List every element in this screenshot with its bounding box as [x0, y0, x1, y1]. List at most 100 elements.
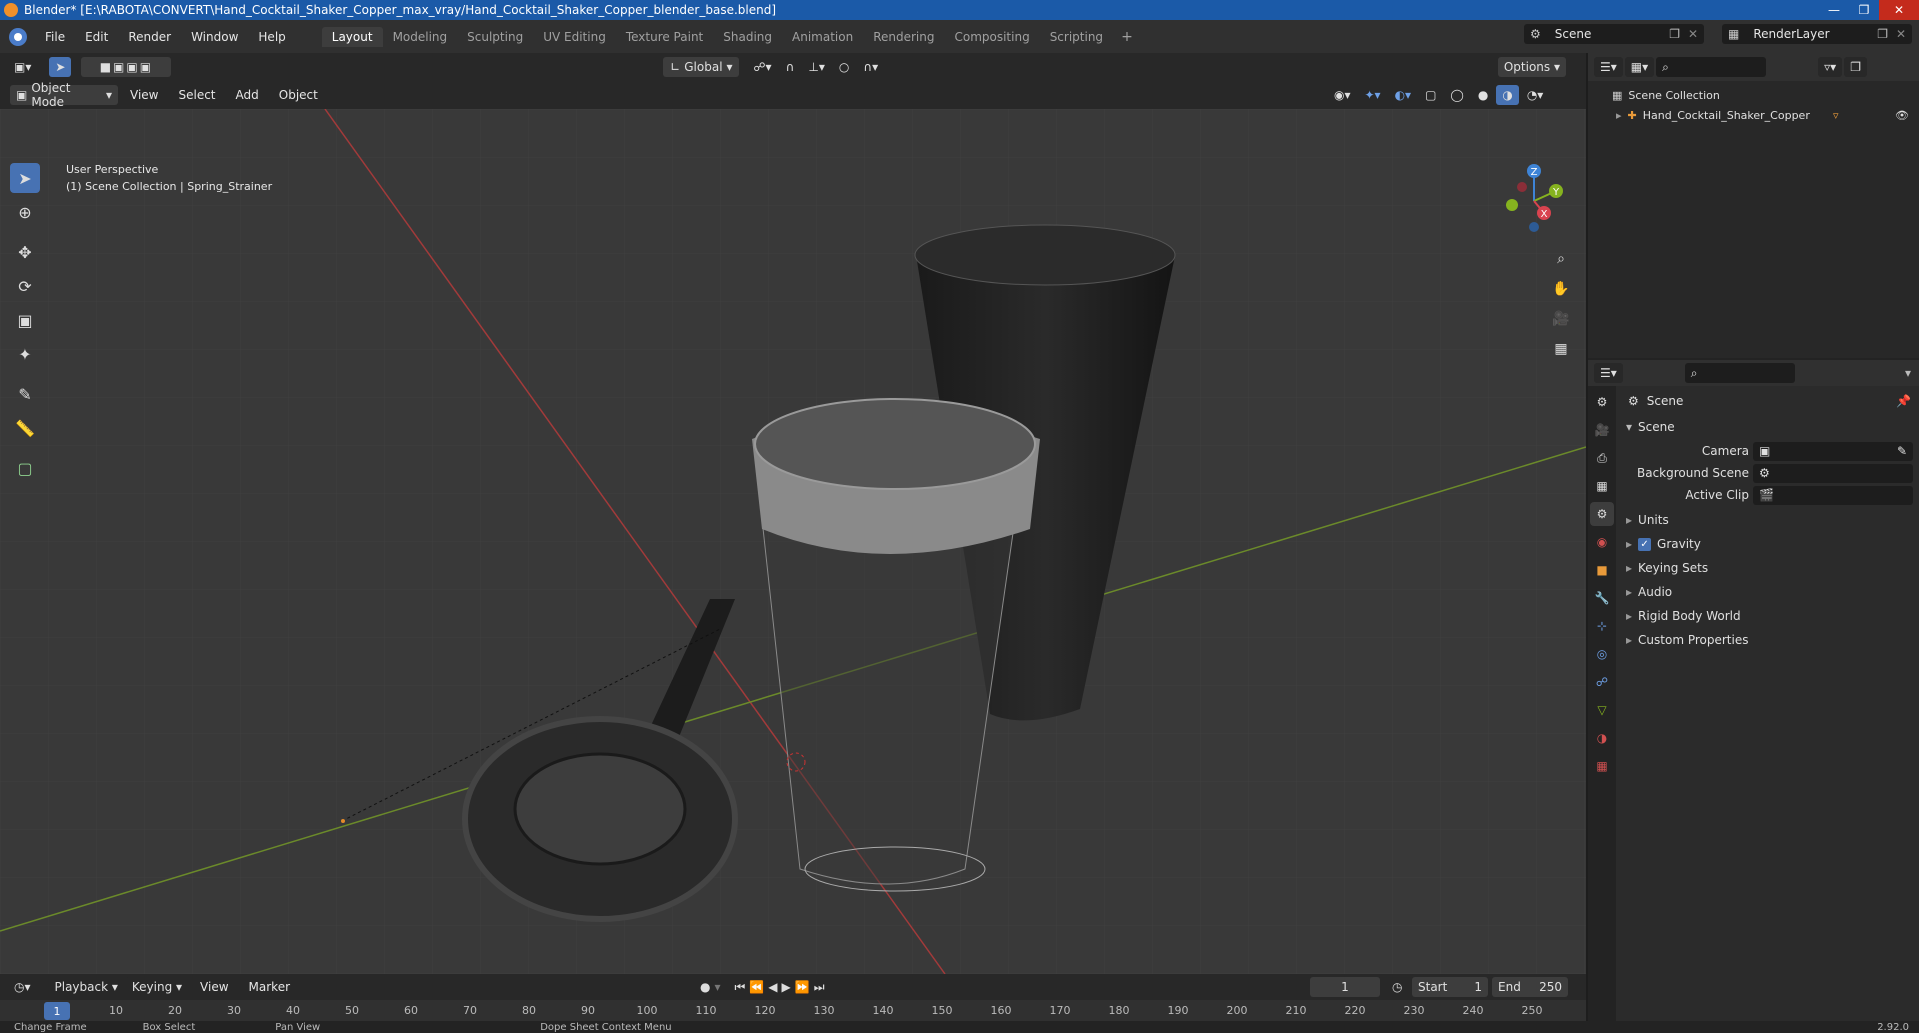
section-rigid-body-world[interactable]: ▸ Rigid Body World [1618, 605, 1919, 627]
menu-help[interactable]: Help [248, 30, 295, 44]
select-box-tool-icon[interactable]: ➤ [10, 163, 40, 193]
viewport-menu-select[interactable]: Select [168, 88, 225, 102]
keying-menu[interactable]: Keying ▾ [125, 977, 189, 997]
tab-shading[interactable]: Shading [713, 27, 782, 47]
pivot-icon[interactable]: ☍▾ [747, 57, 778, 77]
active-clip-field[interactable]: 🎬 [1753, 485, 1913, 505]
texture-tab-icon[interactable]: ▦ [1590, 754, 1614, 778]
eye-icon[interactable]: 👁 [1895, 109, 1909, 122]
properties-search-input[interactable]: ⌕ [1684, 363, 1795, 383]
falloff-icon[interactable]: ∩▾ [857, 57, 885, 77]
current-frame-indicator[interactable]: 1 [44, 1002, 70, 1020]
options-button[interactable]: Options ▾ [1497, 57, 1566, 77]
xray-icon[interactable]: ▢ [1419, 85, 1443, 105]
view-layer-selector[interactable]: ▦ RenderLayer ❐ ✕ [1722, 24, 1912, 44]
play-reverse-icon[interactable]: ◀ [768, 980, 777, 994]
constraints-tab-icon[interactable]: ☍ [1590, 670, 1614, 694]
section-gravity[interactable]: ▸ ✓ Gravity [1618, 533, 1919, 555]
scene-panel-header[interactable]: ▾ Scene [1618, 416, 1919, 438]
rotate-tool-icon[interactable]: ⟳ [10, 271, 40, 301]
editor-type-icon[interactable]: ▣▾ [8, 57, 38, 77]
modifier-tab-icon[interactable]: 🔧 [1590, 586, 1614, 610]
jump-end-icon[interactable]: ⏭ [814, 980, 825, 995]
outliner-item[interactable]: ▸ ✚ Hand_Cocktail_Shaker_Copper ▿ 👁 [1588, 105, 1919, 125]
outliner-search-input[interactable]: ⌕ [1656, 57, 1767, 77]
output-tab-icon[interactable]: ⎙ [1590, 446, 1614, 470]
prev-keyframe-icon[interactable]: ⏪ [749, 980, 764, 994]
gravity-checkbox[interactable]: ✓ [1638, 537, 1652, 551]
viewport-menu-object[interactable]: Object [269, 88, 328, 102]
annotate-tool-icon[interactable]: ✎ [10, 379, 40, 409]
properties-editor-icon[interactable]: ☰▾ [1594, 363, 1623, 383]
select-tool-icon[interactable]: ➤ [49, 57, 72, 77]
section-custom-properties[interactable]: ▸ Custom Properties [1618, 629, 1919, 651]
measure-tool-icon[interactable]: 📏 [10, 413, 40, 443]
tab-rendering[interactable]: Rendering [863, 27, 944, 47]
camera-view-icon[interactable]: 🎥 [1549, 307, 1573, 331]
play-icon[interactable]: ▶ [782, 980, 791, 994]
menu-render[interactable]: Render [118, 30, 181, 44]
view-layer-tab-icon[interactable]: ▦ [1590, 474, 1614, 498]
transform-tool-icon[interactable]: ✦ [10, 339, 40, 369]
background-scene-field[interactable]: ⚙ [1753, 463, 1913, 483]
material-tab-icon[interactable]: ◑ [1590, 726, 1614, 750]
expand-icon[interactable]: ▸ [1616, 109, 1622, 122]
timeline-marker-menu[interactable]: Marker [239, 980, 300, 994]
tab-scripting[interactable]: Scripting [1040, 27, 1113, 47]
pin-icon[interactable]: 📌 [1896, 394, 1911, 408]
tab-modeling[interactable]: Modeling [383, 27, 458, 47]
world-tab-icon[interactable]: ◉ [1590, 530, 1614, 554]
chevron-down-icon[interactable]: ▾ [1905, 366, 1911, 380]
3d-viewport[interactable]: ➤ ⊕ ✥ ⟳ ▣ ✦ ✎ 📏 ▢ User Perspective (1) S… [0, 109, 1586, 974]
tab-uv-editing[interactable]: UV Editing [533, 27, 616, 47]
gizmo-neg-y-icon[interactable] [1506, 199, 1518, 211]
object-tab-icon[interactable]: ■ [1590, 558, 1614, 582]
blender-menu-icon[interactable] [9, 27, 27, 46]
scene-selector[interactable]: ⚙ Scene ❐ ✕ [1524, 24, 1704, 44]
menu-file[interactable]: File [35, 30, 75, 44]
menu-edit[interactable]: Edit [75, 30, 118, 44]
proportional-edit-icon[interactable]: ○ [832, 57, 856, 77]
tab-texture-paint[interactable]: Texture Paint [616, 27, 713, 47]
ortho-grid-icon[interactable]: ▦ [1549, 337, 1573, 361]
zoom-icon[interactable]: ⌕ [1549, 247, 1573, 271]
wireframe-shading-icon[interactable]: ◯ [1444, 85, 1470, 105]
maximize-icon[interactable]: ❐ [1849, 0, 1879, 20]
section-units[interactable]: ▸ Units [1618, 509, 1919, 531]
tool-tab-icon[interactable]: ⚙ [1590, 390, 1614, 414]
duplicate-layer-icon[interactable]: ❐ [1877, 27, 1888, 41]
jump-start-icon[interactable]: ⏮ [735, 980, 746, 995]
data-tab-icon[interactable]: ▽ [1590, 698, 1614, 722]
viewport-menu-add[interactable]: Add [226, 88, 269, 102]
solid-shading-icon[interactable]: ● [1471, 85, 1495, 105]
tab-compositing[interactable]: Compositing [944, 27, 1039, 47]
gizmo-icon[interactable]: ✦▾ [1358, 85, 1387, 105]
particles-tab-icon[interactable]: ⊹ [1590, 614, 1614, 638]
camera-field[interactable]: ▣ ✎ [1753, 441, 1913, 461]
material-shading-icon[interactable]: ◑ [1496, 85, 1519, 105]
menu-window[interactable]: Window [181, 30, 248, 44]
next-keyframe-icon[interactable]: ⏩ [795, 980, 810, 994]
scene-tab-icon[interactable]: ⚙ [1590, 502, 1614, 526]
render-tab-icon[interactable]: 🎥 [1590, 418, 1614, 442]
tab-sculpting[interactable]: Sculpting [457, 27, 533, 47]
timeline-view-menu[interactable]: View [190, 980, 238, 994]
outliner-editor-icon[interactable]: ☰▾ [1594, 57, 1623, 77]
end-frame-field[interactable]: End 250 [1492, 977, 1568, 997]
snap-icon[interactable]: ∩ [779, 57, 801, 77]
gizmo-neg-z-icon[interactable] [1529, 222, 1539, 232]
pan-hand-icon[interactable]: ✋ [1549, 277, 1573, 301]
add-workspace-icon[interactable]: + [1113, 29, 1141, 45]
selection-mode-icons[interactable]: ■▣▣▣ [81, 57, 172, 77]
close-icon[interactable]: ✕ [1879, 0, 1919, 20]
orientation-dropdown[interactable]: ∟ Global ▾ [663, 57, 740, 77]
timeline-ruler[interactable]: 1 10 20 30 40 50 60 70 80 90 100 110 120 130 140 150 16… [0, 1000, 1586, 1022]
record-icon[interactable]: ● [700, 980, 710, 994]
eyedropper-icon[interactable]: ✎ [1897, 444, 1907, 458]
tab-layout[interactable]: Layout [321, 26, 383, 47]
rendered-shading-icon[interactable]: ◔▾ [1520, 85, 1550, 105]
duplicate-scene-icon[interactable]: ❐ [1669, 27, 1680, 41]
display-mode-icon[interactable]: ▦▾ [1624, 57, 1655, 77]
clock-icon[interactable]: ◷ [1392, 980, 1402, 994]
playback-menu[interactable]: Playback ▾ [48, 977, 124, 997]
